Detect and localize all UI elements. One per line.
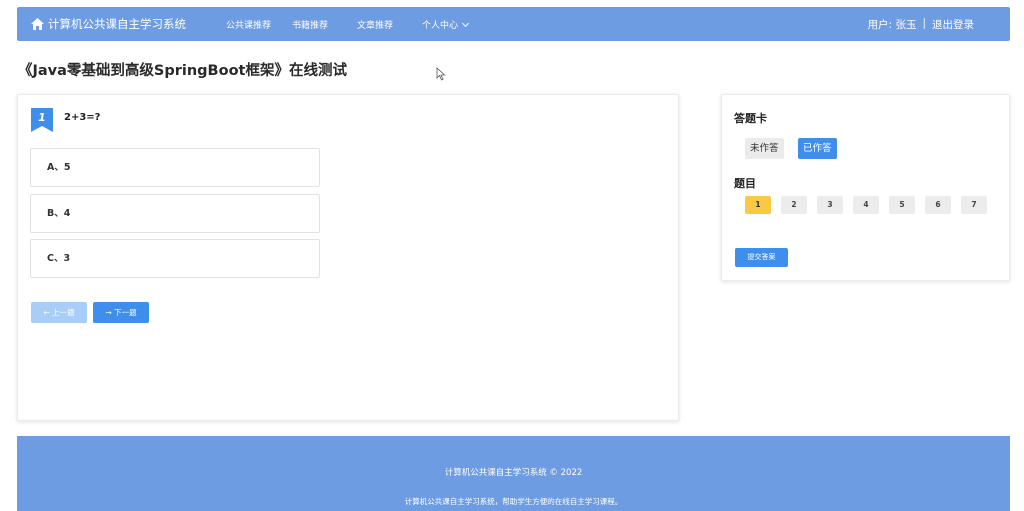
nav-articles[interactable]: 文章推荐: [357, 18, 393, 31]
footer: 计算机公共课自主学习系统 © 2022 计算机公共课自主学习系统，帮助学生方便的…: [17, 436, 1010, 511]
nav-personal-center[interactable]: 个人中心: [422, 18, 470, 31]
home-icon: [31, 18, 44, 30]
question-number-badge: 1: [31, 108, 53, 132]
option-b[interactable]: B、4: [30, 194, 320, 233]
question-nav-5[interactable]: 5: [889, 196, 915, 214]
legend-unanswered: 未作答: [745, 138, 784, 159]
prev-question-button[interactable]: ← 上一题: [31, 302, 87, 323]
logout-link[interactable]: 退出登录: [932, 17, 974, 32]
footer-description: 计算机公共课自主学习系统，帮助学生方便的在线自主学习课程。: [404, 497, 623, 506]
nav-public-courses[interactable]: 公共课推荐: [226, 18, 271, 31]
option-c[interactable]: C、3: [30, 239, 320, 278]
nav-personal-center-label: 个人中心: [422, 21, 459, 31]
answer-sheet-title: 答题卡: [734, 112, 767, 125]
user-name: 用户: 张玉: [867, 19, 917, 31]
footer-copyright: 计算机公共课自主学习系统 © 2022: [444, 468, 583, 478]
nav-books[interactable]: 书籍推荐: [292, 18, 328, 31]
question-nav-7[interactable]: 7: [961, 196, 987, 214]
question-nav-1[interactable]: 1: [745, 196, 771, 214]
question-nav-3[interactable]: 3: [817, 196, 843, 214]
user-area: 用户: 张玉 | 退出登录: [868, 17, 974, 32]
page-title: 《Java零基础到高级SpringBoot框架》在线测试: [18, 63, 347, 79]
next-question-button[interactable]: → 下一题: [93, 302, 149, 323]
brand-title: 计算机公共课自主学习系统: [48, 17, 186, 31]
question-nav-6[interactable]: 6: [925, 196, 951, 214]
top-navbar: 计算机公共课自主学习系统 公共课推荐 书籍推荐 文章推荐 个人中心 用户: 张玉…: [17, 7, 1010, 41]
chevron-down-icon: [461, 19, 470, 28]
question-text: 2+3=?: [64, 112, 101, 123]
question-nav-2[interactable]: 2: [781, 196, 807, 214]
brand[interactable]: 计算机公共课自主学习系统: [31, 16, 186, 32]
question-card: 1 2+3=? A、5 B、4 C、3 ← 上一题 → 下一题: [17, 94, 679, 421]
question-number: 1: [38, 111, 46, 124]
question-nav-4[interactable]: 4: [853, 196, 879, 214]
answer-sheet-card: 答题卡 未作答 已作答 题目 1 2 3 4 5 6 7 提交答案: [721, 94, 1010, 281]
mouse-cursor-icon: [436, 67, 446, 81]
separator: |: [922, 17, 926, 29]
option-a[interactable]: A、5: [30, 148, 320, 187]
submit-answers-button[interactable]: 提交答案: [735, 248, 788, 267]
legend-answered: 已作答: [798, 138, 837, 159]
question-list-title: 题目: [734, 177, 756, 190]
